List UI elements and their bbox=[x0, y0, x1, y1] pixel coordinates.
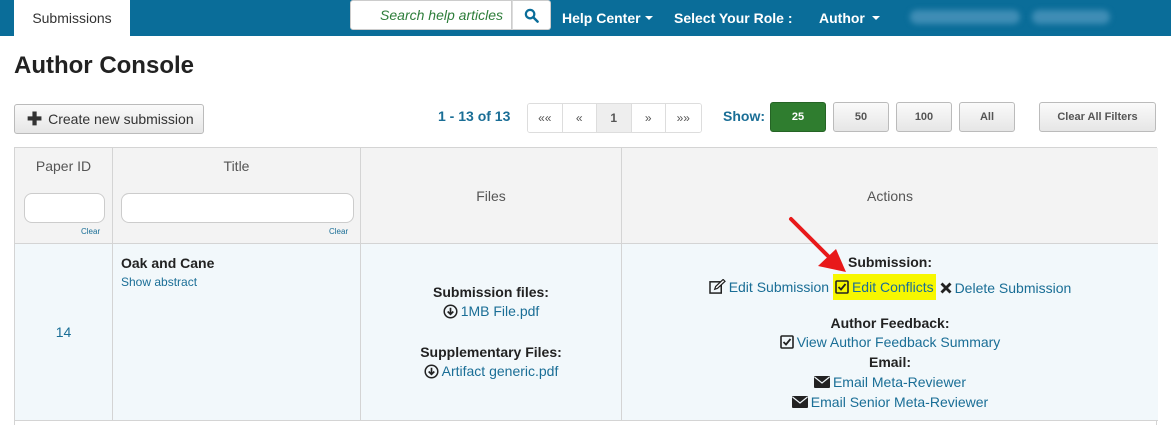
page-size-100-button[interactable]: 100 bbox=[896, 102, 952, 132]
table-row-files-cell: Submission files: 1MB File.pdf Supplemen… bbox=[361, 244, 622, 421]
view-feedback-summary-link[interactable]: View Author Feedback Summary bbox=[779, 334, 1001, 350]
submissions-table: Paper ID Clear Title Clear Files Actions… bbox=[14, 147, 1158, 425]
page-1-button[interactable]: 1 bbox=[597, 104, 632, 132]
envelope-icon bbox=[791, 396, 808, 408]
header-paper-id-label: Paper ID bbox=[35, 158, 92, 174]
annotation-arrow bbox=[789, 217, 846, 272]
edit-conflicts-label: Edit Conflicts bbox=[851, 279, 934, 295]
checkbox-icon bbox=[779, 335, 794, 349]
top-navbar: Submissions Search help articles Help Ce… bbox=[0, 0, 1171, 36]
email-label: Email: bbox=[868, 354, 911, 370]
create-submission-button[interactable]: ✚ Create new submission bbox=[14, 104, 204, 134]
paper-id-filter-input[interactable] bbox=[24, 193, 105, 223]
page-size-all-button[interactable]: All bbox=[959, 102, 1015, 132]
last-page-button[interactable]: »» bbox=[666, 104, 701, 132]
author-feedback-label: Author Feedback: bbox=[830, 315, 950, 331]
email-meta-reviewer-label: Email Meta-Reviewer bbox=[832, 374, 967, 390]
email-senior-meta-reviewer-link[interactable]: Email Senior Meta-Reviewer bbox=[791, 394, 989, 410]
header-title: Title Clear bbox=[113, 148, 361, 244]
edit-conflicts-link[interactable]: Edit Conflicts bbox=[832, 274, 936, 300]
plus-icon: ✚ bbox=[27, 109, 43, 129]
supplementary-files-label: Supplementary Files: bbox=[420, 344, 562, 360]
email-meta-reviewer-link[interactable]: Email Meta-Reviewer bbox=[813, 374, 967, 390]
user-menu-redacted[interactable] bbox=[1032, 10, 1110, 24]
header-actions-label: Actions bbox=[867, 188, 913, 204]
header-actions: Actions bbox=[622, 148, 1158, 244]
delete-submission-label: Delete Submission bbox=[954, 280, 1072, 296]
submission-files-label: Submission files: bbox=[433, 284, 549, 300]
submission-file-link[interactable]: 1MB File.pdf bbox=[443, 303, 540, 319]
paper-id-filter-clear[interactable]: Clear bbox=[81, 227, 100, 236]
caret-down-icon bbox=[871, 16, 880, 20]
user-name-redacted[interactable] bbox=[910, 10, 1020, 24]
download-icon bbox=[424, 363, 439, 379]
edit-submission-label: Edit Submission bbox=[728, 278, 830, 295]
header-title-label: Title bbox=[223, 158, 250, 174]
table-row-actions-cell: Submission: Edit Submission Edit Conflic… bbox=[622, 244, 1158, 421]
delete-submission-link[interactable]: Delete Submission bbox=[940, 280, 1072, 296]
download-icon bbox=[443, 303, 458, 319]
header-paper-id: Paper ID Clear bbox=[15, 148, 113, 244]
supplementary-file-link[interactable]: Artifact generic.pdf bbox=[424, 363, 559, 379]
search-input[interactable]: Search help articles bbox=[350, 0, 512, 30]
role-label: Author bbox=[819, 10, 865, 26]
paper-title: Oak and Cane bbox=[121, 255, 215, 271]
role-menu[interactable]: Author bbox=[819, 0, 880, 36]
table-row-title-cell: Oak and Cane Show abstract bbox=[113, 244, 361, 421]
checkbox-icon bbox=[835, 280, 849, 294]
prev-page-button[interactable]: « bbox=[562, 104, 597, 132]
edit-icon bbox=[708, 279, 726, 294]
show-abstract-link[interactable]: Show abstract bbox=[121, 275, 197, 289]
help-center-menu[interactable]: Help Center bbox=[562, 0, 653, 36]
next-page-button[interactable]: » bbox=[631, 104, 666, 132]
search-icon bbox=[524, 8, 539, 23]
page-title: Author Console bbox=[14, 52, 194, 79]
first-page-button[interactable]: «« bbox=[528, 104, 563, 132]
caret-down-icon bbox=[644, 16, 653, 20]
show-label: Show: bbox=[723, 108, 765, 124]
submission-file-name: 1MB File.pdf bbox=[460, 303, 540, 319]
result-count: 1 - 13 of 13 bbox=[438, 108, 511, 124]
supplementary-file-name: Artifact generic.pdf bbox=[441, 363, 559, 379]
title-filter-input[interactable] bbox=[121, 193, 354, 223]
submission-label: Submission: bbox=[847, 254, 932, 270]
table-row-paper-id-cell: 14 bbox=[15, 244, 113, 421]
help-center-label: Help Center bbox=[562, 10, 641, 26]
tab-submissions[interactable]: Submissions bbox=[14, 0, 130, 36]
page-size-25-button[interactable]: 25 bbox=[770, 102, 826, 132]
page-size-50-button[interactable]: 50 bbox=[833, 102, 889, 132]
header-files-label: Files bbox=[476, 188, 506, 204]
view-feedback-summary-label: View Author Feedback Summary bbox=[796, 334, 1001, 350]
search-button[interactable] bbox=[512, 0, 551, 30]
paper-id-link[interactable]: 14 bbox=[15, 324, 112, 340]
edit-submission-link[interactable]: Edit Submission bbox=[708, 278, 830, 295]
email-senior-meta-reviewer-label: Email Senior Meta-Reviewer bbox=[810, 394, 989, 410]
select-role-label: Select Your Role : bbox=[674, 10, 793, 26]
pagination: «« « 1 » »» bbox=[527, 103, 702, 133]
clear-all-filters-button[interactable]: Clear All Filters bbox=[1039, 102, 1156, 132]
header-files: Files bbox=[361, 148, 622, 244]
create-submission-label: Create new submission bbox=[48, 111, 194, 127]
close-icon bbox=[940, 282, 952, 294]
envelope-icon bbox=[813, 376, 830, 388]
title-filter-clear[interactable]: Clear bbox=[329, 227, 348, 236]
